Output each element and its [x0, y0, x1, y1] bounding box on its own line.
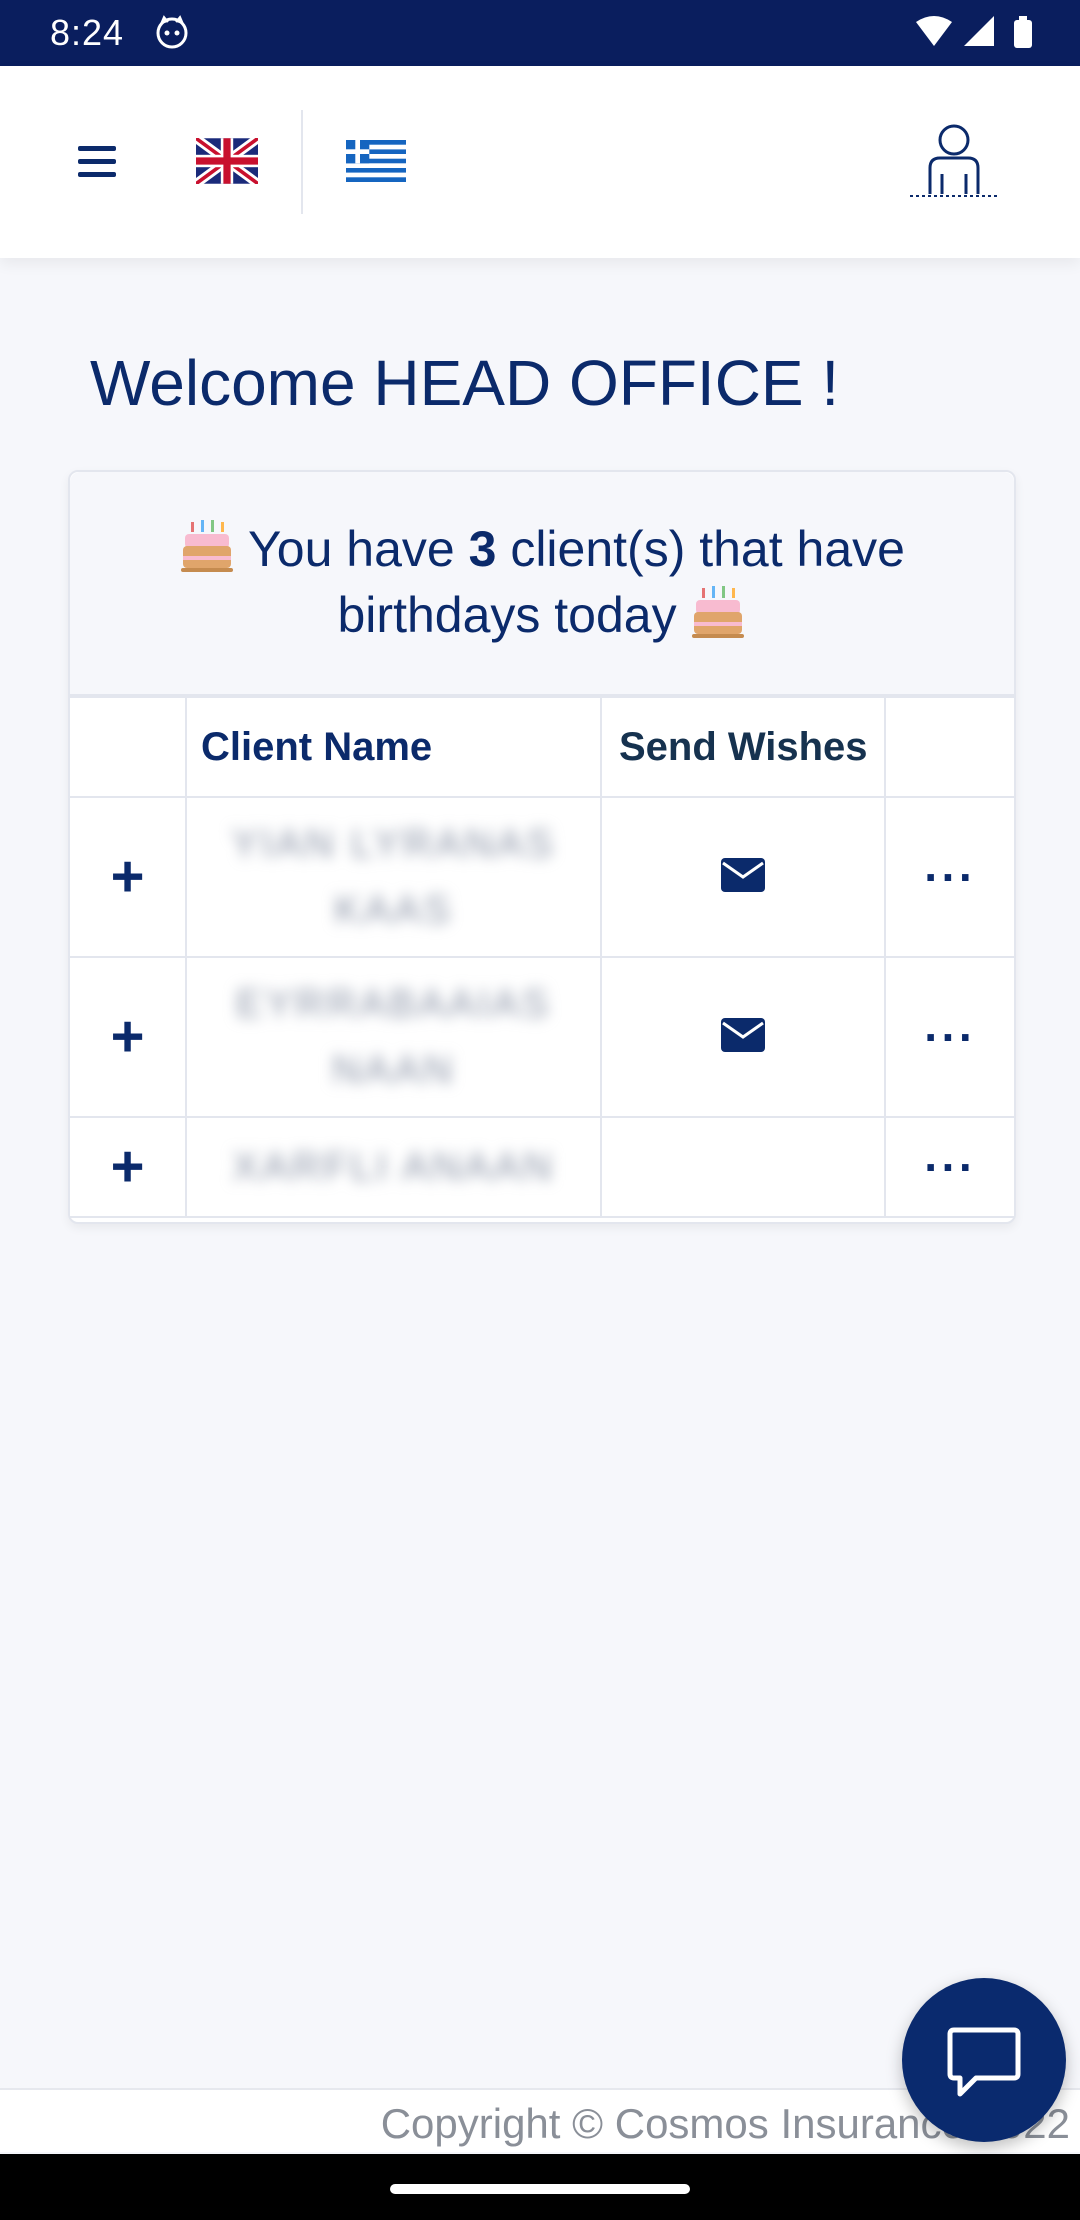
client-name-cell: XARFLI ANAAN: [184, 1116, 603, 1218]
client-name-cell: YIAN LYRANAS KAAS: [184, 796, 603, 958]
row-actions-button[interactable]: ···: [884, 1116, 1014, 1218]
system-icons: [914, 14, 1044, 57]
expand-button[interactable]: +: [70, 956, 187, 1118]
column-header-expand: [70, 696, 187, 798]
app-header: [0, 66, 1080, 258]
more-options-icon[interactable]: ···: [924, 1011, 976, 1063]
plus-icon[interactable]: +: [111, 1004, 145, 1069]
status-time: 8:24: [50, 12, 125, 53]
birthday-cake-icon: [179, 518, 235, 574]
user-profile-icon[interactable]: [908, 122, 1000, 208]
signal-icon: [964, 16, 994, 46]
birthday-card-header: You have 3 client(s) that have birthdays…: [70, 472, 1014, 696]
row-actions-button[interactable]: ···: [884, 796, 1014, 958]
plus-icon[interactable]: +: [111, 844, 145, 909]
client-name-cell: EYRRABAAIAS NAAN: [184, 956, 603, 1118]
wifi-icon: [916, 16, 952, 46]
envelope-icon[interactable]: [720, 857, 766, 897]
expand-button[interactable]: +: [70, 796, 187, 958]
birthday-cake-icon: [690, 584, 746, 640]
header-divider: [301, 110, 303, 214]
greek-flag-icon[interactable]: [346, 140, 406, 182]
more-options-icon[interactable]: ···: [924, 1141, 976, 1193]
birthday-message: You have 3 client(s) that have birthdays…: [100, 516, 984, 648]
column-header-actions: [884, 696, 1014, 798]
send-wishes-cell: [600, 956, 887, 1118]
welcome-title: Welcome HEAD OFFICE !: [90, 347, 840, 419]
birthday-count: 3: [468, 521, 497, 577]
send-wishes-cell: [600, 796, 887, 958]
row-actions-button[interactable]: ···: [884, 956, 1014, 1118]
system-nav-bar: [0, 2154, 1080, 2220]
battery-icon: [1014, 16, 1032, 48]
expand-button[interactable]: +: [70, 1116, 187, 1218]
menu-icon[interactable]: [76, 140, 120, 184]
chat-button[interactable]: [902, 1978, 1066, 2142]
birthday-message-before: You have: [235, 521, 469, 577]
plus-icon[interactable]: +: [111, 1134, 145, 1199]
home-gesture-handle[interactable]: [390, 2184, 690, 2194]
column-header-send-wishes[interactable]: Send Wishes: [600, 696, 887, 798]
cat-notification-icon: [154, 14, 190, 55]
send-wishes-cell: [600, 1116, 887, 1218]
table-row: + XARFLI ANAAN ···: [70, 1116, 1014, 1218]
table-row: + YIAN LYRANAS KAAS ···: [70, 796, 1014, 958]
clients-table: Client Name Send Wishes + YIAN LYRANAS K…: [70, 696, 1014, 1218]
birthday-card: You have 3 client(s) that have birthdays…: [68, 470, 1016, 1224]
column-header-client-name[interactable]: Client Name: [184, 696, 603, 798]
chat-icon: [947, 2027, 1021, 2097]
uk-flag-icon[interactable]: [193, 134, 261, 188]
table-row: + EYRRABAAIAS NAAN ···: [70, 956, 1014, 1118]
envelope-icon[interactable]: [720, 1017, 766, 1057]
table-header-row: Client Name Send Wishes: [70, 696, 1014, 798]
more-options-icon[interactable]: ···: [924, 851, 976, 903]
status-bar: 8:24: [0, 0, 1080, 66]
